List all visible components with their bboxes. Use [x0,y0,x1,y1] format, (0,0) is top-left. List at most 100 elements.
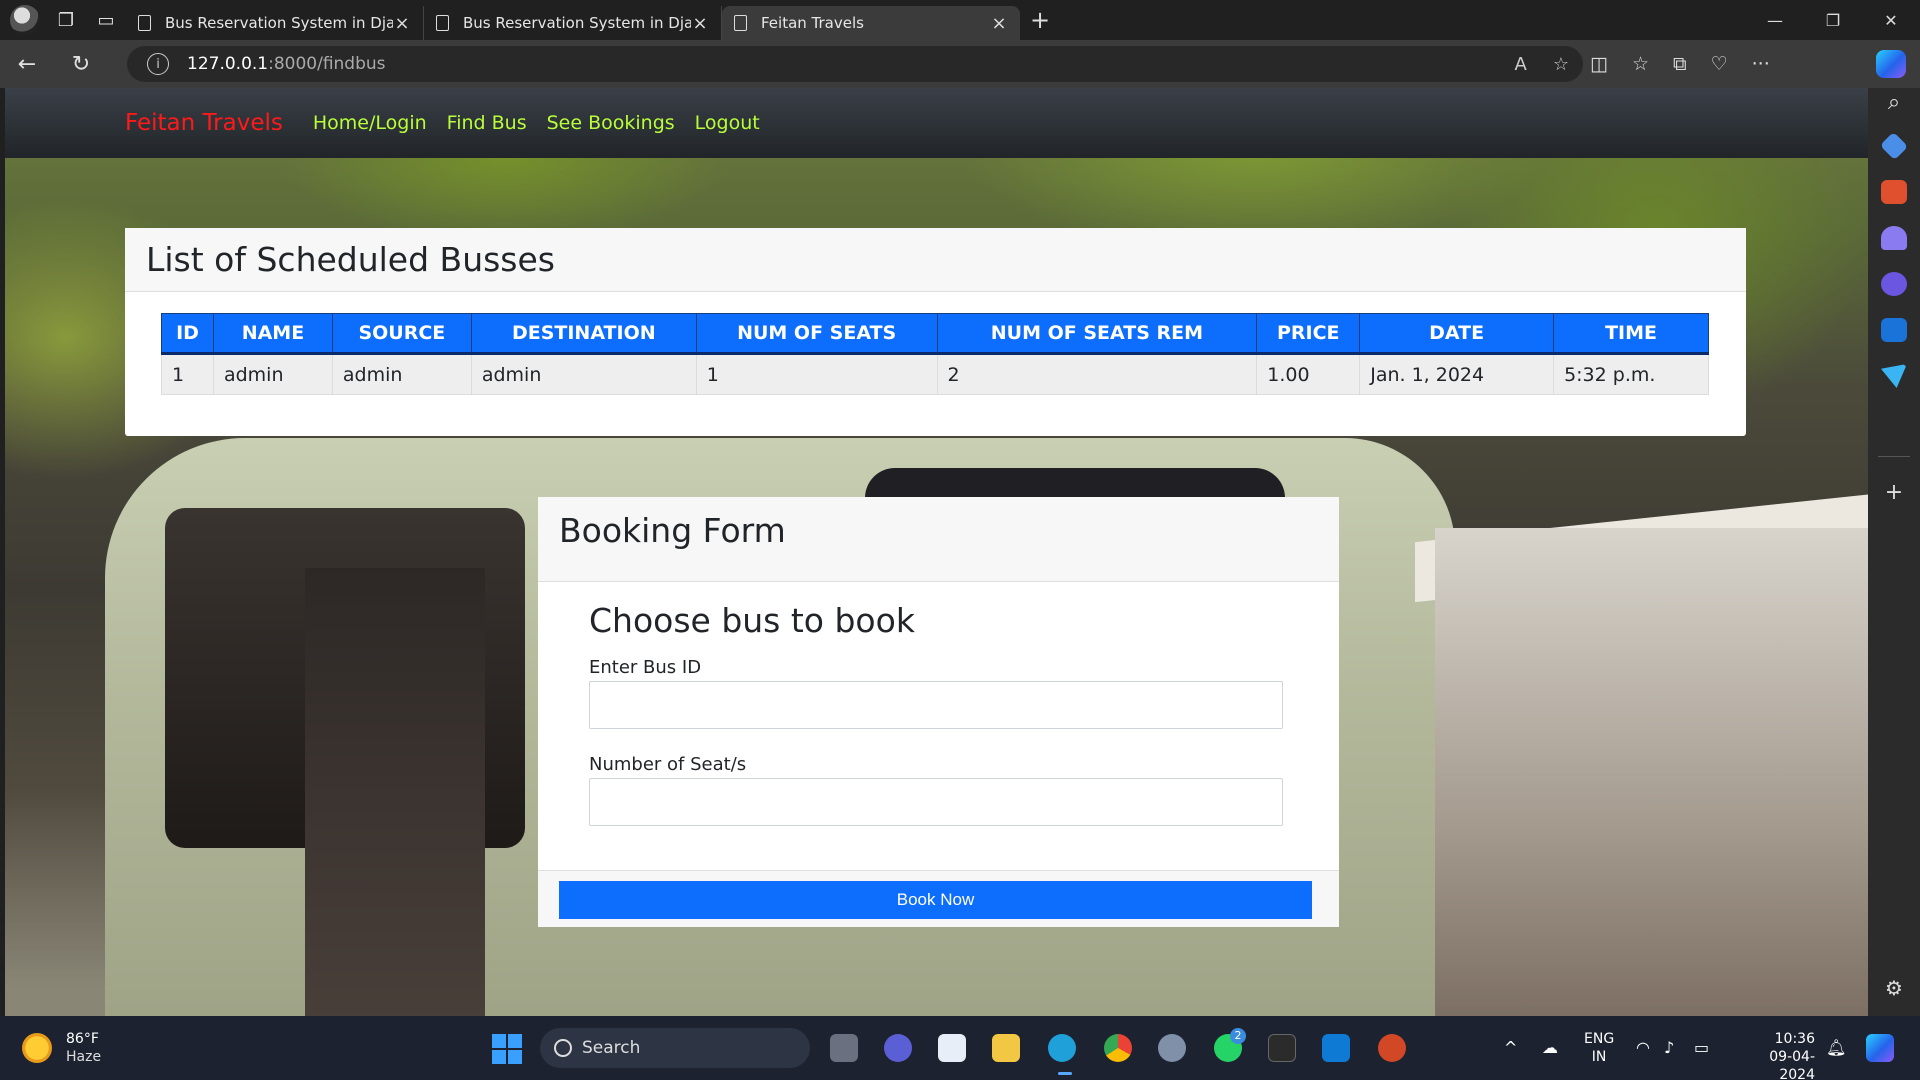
favorites-icon[interactable]: ☆ [1632,53,1649,75]
battery-icon[interactable]: ▭ [1694,1038,1709,1057]
microsoft-store-icon[interactable] [938,1034,966,1062]
site-info-icon[interactable]: i [147,53,169,75]
games-icon[interactable] [1881,226,1907,250]
onedrive-cloud-icon[interactable]: ☁ [1542,1038,1558,1057]
brand-logo[interactable]: Feitan Travels [125,110,283,136]
drop-icon[interactable] [1881,364,1907,388]
outlook-icon[interactable] [1881,318,1907,342]
close-tab-icon[interactable]: × [393,13,411,34]
table-header-row: ID NAME SOURCE DESTINATION NUM OF SEATS … [161,313,1709,355]
cell-date: Jan. 1, 2024 [1359,353,1555,395]
cell-source: admin [331,353,472,395]
tab-actions-icon[interactable]: ▭ [86,0,126,40]
edge-sidebar: ⌕ + ⚙ [1868,88,1920,1016]
background-decor [305,568,485,1016]
nav-link-find-bus[interactable]: Find Bus [447,112,527,134]
copilot-sidebar-icon[interactable] [1881,272,1907,296]
col-header-date: DATE [1359,313,1555,355]
tools-briefcase-icon[interactable] [1881,180,1907,204]
scheduled-busses-card: List of Scheduled Busses ID NAME SOURCE … [125,228,1746,436]
schedule-title: List of Scheduled Busses [146,240,555,279]
close-tab-icon[interactable]: × [691,13,709,34]
close-window-icon[interactable]: ✕ [1862,0,1920,40]
wifi-icon[interactable]: ◠ [1636,1038,1650,1057]
taskbar-clock[interactable]: 10:36 09-04-2024 [1735,1030,1815,1080]
page-icon [436,15,449,31]
powerpoint-icon[interactable] [1378,1034,1406,1062]
browser-essentials-icon[interactable]: ♡ [1711,53,1728,75]
col-header-price: PRICE [1256,313,1361,355]
col-header-destination: DESTINATION [470,313,697,355]
window-controls: — ❐ ✕ [1746,0,1920,40]
teams-chat-icon[interactable] [884,1034,912,1062]
add-sidebar-app-icon[interactable]: + [1868,480,1920,505]
back-icon[interactable]: ← [0,40,54,88]
col-header-num-seats: NUM OF SEATS [695,313,938,355]
restore-icon[interactable]: ❐ [1804,0,1862,40]
seats-label: Number of Seat/s [589,754,747,775]
nav-link-home-login[interactable]: Home/Login [313,112,427,134]
shopping-tag-icon[interactable] [1879,131,1909,161]
haze-sun-icon [22,1033,52,1063]
start-windows-icon[interactable] [492,1034,522,1064]
tab-title: Bus Reservation System in Djang [463,14,691,32]
edge-browser-icon[interactable] [1048,1034,1076,1062]
page-icon [734,15,747,31]
workspaces-icon[interactable]: ❐ [46,0,86,40]
settings-gear-icon[interactable] [1158,1034,1186,1062]
language-code: ENG [1584,1031,1615,1047]
tab-title: Feitan Travels [761,14,864,32]
browser-tab-bar: ❐ ▭ Bus Reservation System in Djang × Bu… [0,0,1920,40]
nav-link-see-bookings[interactable]: See Bookings [547,112,675,134]
chrome-icon[interactable] [1104,1034,1132,1062]
refresh-icon[interactable]: ↻ [54,40,108,88]
book-now-button[interactable]: Book Now [559,881,1312,919]
new-tab-icon[interactable]: + [1020,6,1060,34]
more-menu-icon[interactable]: ··· [1752,53,1770,75]
page-icon [138,15,151,31]
language-indicator[interactable]: ENG IN [1584,1030,1614,1066]
collections-icon[interactable]: ⧉ [1673,53,1687,75]
seats-input[interactable] [589,778,1283,826]
volume-icon[interactable]: ♪ [1664,1038,1674,1057]
bus-id-label: Enter Bus ID [589,657,702,678]
copilot-taskbar-icon[interactable] [1866,1034,1894,1062]
cell-time: 5:32 p.m. [1553,353,1709,395]
taskbar-search[interactable]: Search [540,1028,810,1068]
browser-tab-1[interactable]: Bus Reservation System in Djang × [126,6,424,40]
profile-avatar[interactable] [10,5,40,35]
cell-id: 1 [161,353,214,395]
weather-widget[interactable]: 86°F Haze [22,1030,101,1066]
card-header: Booking Form [538,497,1339,582]
bus-id-input[interactable] [589,681,1283,729]
split-screen-icon[interactable]: ◫ [1590,53,1608,75]
active-app-indicator [1058,1072,1072,1075]
windows-taskbar: 86°F Haze Search 2 ^ ☁ ENG IN ◠ ♪ ▭ 10:3… [0,1016,1920,1080]
sidebar-settings-icon[interactable]: ⚙ [1868,976,1920,1000]
notification-badge: 2 [1230,1028,1246,1044]
file-explorer-icon[interactable] [992,1034,1020,1062]
close-tab-icon[interactable]: × [990,13,1008,34]
search-icon[interactable]: ⌕ [1868,90,1920,115]
url-field[interactable]: i 127.0.0.1:8000/findbus A ☆ [127,46,1583,82]
region-code: IN [1591,1049,1607,1065]
task-view-icon[interactable] [830,1034,858,1062]
minimize-icon[interactable]: — [1746,0,1804,40]
temperature: 86°F [66,1031,99,1047]
nav-link-logout[interactable]: Logout [695,112,760,134]
vscode-icon[interactable] [1322,1034,1350,1062]
browser-tab-3[interactable]: Feitan Travels × [722,6,1020,40]
notification-bell-icon[interactable]: 🔔︎ [1826,1038,1846,1057]
favorite-star-icon[interactable]: ☆ [1553,54,1569,75]
show-hidden-icons-chevron-icon[interactable]: ^ [1504,1038,1517,1057]
col-header-num-seats-rem: NUM OF SEATS REM [936,313,1258,355]
browser-tab-2[interactable]: Bus Reservation System in Djang × [424,6,722,40]
bus-schedule-table: ID NAME SOURCE DESTINATION NUM OF SEATS … [161,313,1709,395]
card-header: List of Scheduled Busses [125,228,1746,292]
copilot-icon[interactable] [1876,50,1906,78]
tab-title: Bus Reservation System in Djang [165,14,393,32]
read-aloud-icon[interactable]: A [1515,54,1527,75]
cell-price: 1.00 [1256,353,1361,395]
terminal-icon[interactable] [1268,1034,1296,1062]
col-header-id: ID [161,313,214,355]
